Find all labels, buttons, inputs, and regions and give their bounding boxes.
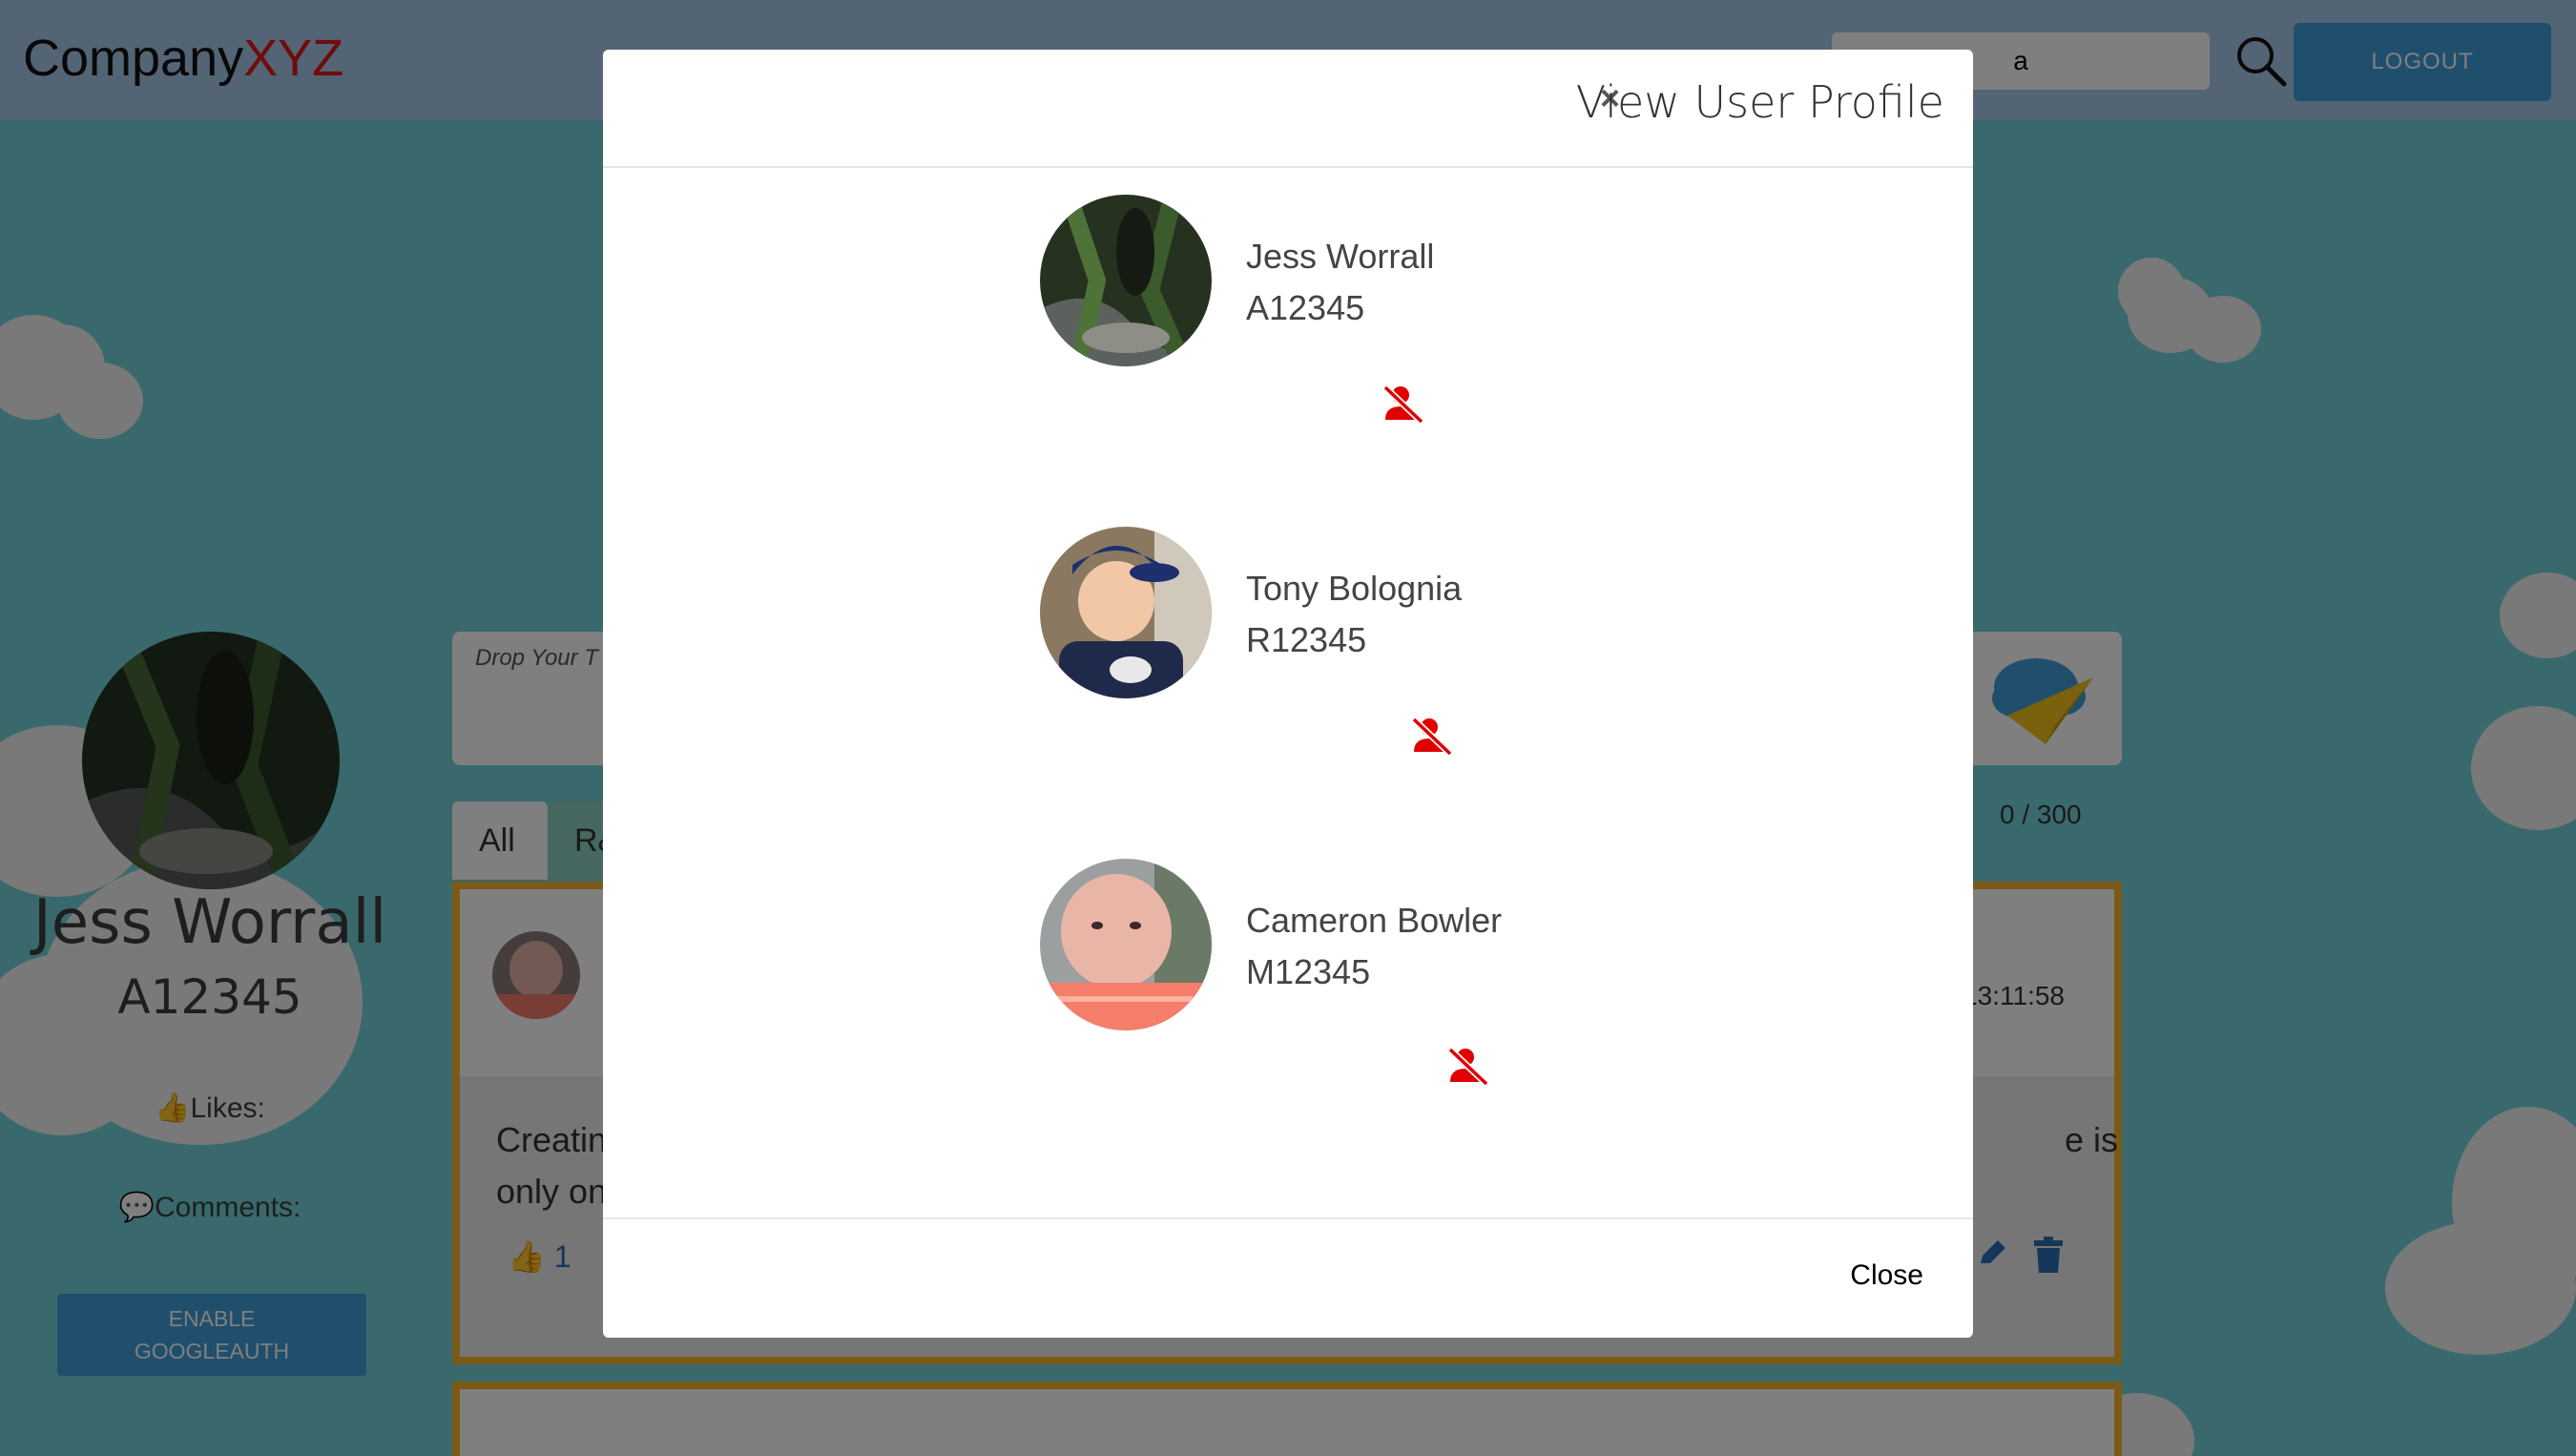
modal-title: View User Profile xyxy=(1575,76,1944,128)
user-id: A12345 xyxy=(1246,288,1365,327)
user-list-item[interactable]: Tony Bolognia R12345 xyxy=(1040,527,1612,757)
user-avatar[interactable] xyxy=(1040,859,1212,1030)
user-avatar[interactable] xyxy=(1040,527,1212,698)
modal-footer: Close xyxy=(603,1217,1973,1338)
user-id: M12345 xyxy=(1246,952,1371,991)
close-button[interactable]: Close xyxy=(1850,1259,1923,1292)
user-name: Jess Worrall xyxy=(1246,237,1435,276)
user-slash-icon[interactable] xyxy=(1408,714,1454,759)
modal-header: × View User Profile xyxy=(603,50,1973,168)
user-name: Cameron Bowler xyxy=(1246,901,1503,940)
user-avatar[interactable] xyxy=(1040,195,1212,366)
user-id: R12345 xyxy=(1246,620,1367,659)
user-slash-icon[interactable] xyxy=(1380,382,1425,427)
user-list-item[interactable]: Cameron Bowler M12345 xyxy=(1040,859,1612,1087)
view-user-profile-modal: × View User Profile Jess Worrall A12345 xyxy=(603,50,1973,1338)
user-name: Tony Bolognia xyxy=(1246,569,1463,608)
user-slash-icon[interactable] xyxy=(1444,1044,1490,1090)
user-list-item[interactable]: Jess Worrall A12345 xyxy=(1040,195,1612,425)
